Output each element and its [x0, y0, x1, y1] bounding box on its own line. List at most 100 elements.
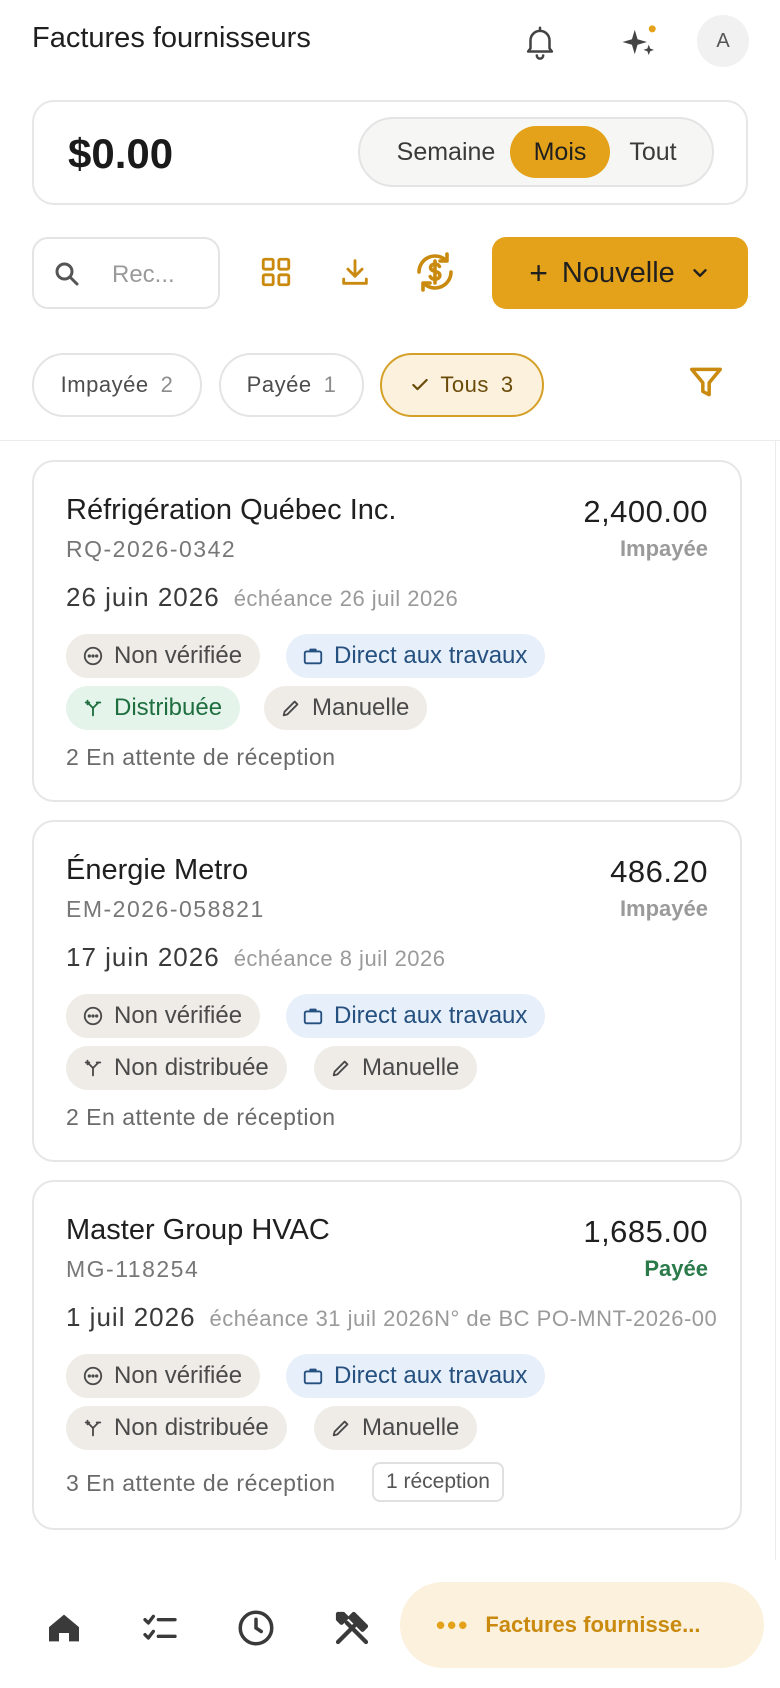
tag-label: Distribuée — [114, 694, 223, 721]
download-icon — [338, 255, 372, 294]
period-month[interactable]: Mois — [510, 126, 610, 178]
invoice-number: RQ-2026-0342 — [66, 536, 237, 562]
currency-sync-icon — [411, 248, 459, 301]
search-input[interactable]: Rec... — [32, 237, 220, 309]
invoice-date: 17 juin 2026 — [66, 942, 220, 972]
scrollbar-track[interactable] — [775, 440, 776, 1560]
nav-current-label: Factures fournisse... — [485, 1612, 701, 1637]
briefcase-icon — [302, 1005, 324, 1027]
invoice-amount: 486.20 — [610, 854, 708, 889]
verification-tag: Non vérifiée — [66, 1354, 261, 1398]
tag-label: Manuelle — [362, 1414, 460, 1441]
search-placeholder: Rec... — [112, 261, 175, 288]
mode-tag: Manuelle — [264, 686, 428, 730]
bell-icon[interactable] — [514, 16, 566, 68]
search-icon — [52, 259, 82, 294]
filter-chip-unpaid[interactable]: Impayée 2 — [32, 353, 202, 417]
invoice-card[interactable]: Énergie Metro EM-2026-058821 486.20 Impa… — [32, 820, 742, 1162]
vendor-name: Master Group HVAC — [66, 1214, 330, 1246]
chevron-down-icon — [689, 262, 711, 284]
pencil-icon — [330, 1417, 352, 1439]
download-button[interactable] — [326, 245, 384, 303]
app-header: Factures fournisseurs A — [0, 0, 780, 84]
clock-icon[interactable] — [226, 1598, 286, 1658]
check-icon — [410, 375, 430, 395]
filter-icon — [687, 363, 725, 406]
tag-label: Non vérifiée — [114, 1002, 243, 1029]
grid-icon — [259, 255, 293, 294]
pending-reception: 2 En attente de réception — [66, 1104, 336, 1130]
chip-count: 3 — [500, 372, 514, 397]
due-date: échéance 31 juil 2026 — [209, 1306, 435, 1331]
invoice-card[interactable]: Master Group HVAC MG-118254 1,685.00 Pay… — [32, 1180, 742, 1530]
invoice-dates: 17 juin 2026 échéance 8 juil 2026 — [66, 942, 446, 973]
more-dots-icon: ••• — [436, 1609, 470, 1640]
total-amount: $0.00 — [68, 130, 174, 177]
split-icon — [82, 697, 104, 719]
currency-sync-button[interactable] — [406, 245, 464, 303]
mode-tag: Manuelle — [314, 1406, 478, 1450]
verification-tag: Non vérifiée — [66, 994, 261, 1038]
invoice-amount: 1,685.00 — [583, 1214, 708, 1249]
delivery-tag: Direct aux travaux — [286, 994, 546, 1038]
invoice-number: EM-2026-058821 — [66, 896, 265, 922]
status-badge: Impayée — [619, 536, 708, 561]
vendor-name: Réfrigération Québec Inc. — [66, 494, 397, 526]
split-icon — [82, 1057, 104, 1079]
page-title: Factures fournisseurs — [32, 22, 311, 54]
distribution-tag: Non distribuée — [66, 1406, 287, 1450]
split-icon — [82, 1417, 104, 1439]
period-selector: Semaine Mois Tout — [358, 117, 714, 187]
filter-chip-all[interactable]: Tous 3 — [380, 353, 544, 417]
purchase-order: N° de BC PO-MNT-2026-00 — [434, 1306, 718, 1331]
list-divider — [0, 440, 780, 441]
invoice-dates: 26 juin 2026 échéance 26 juil 2026 — [66, 582, 458, 613]
chip-label: Impayée — [60, 372, 149, 397]
plus-icon: + — [529, 254, 548, 291]
briefcase-icon — [302, 645, 324, 667]
sparkles-icon[interactable] — [614, 16, 666, 68]
invoice-date: 1 juil 2026 — [66, 1302, 196, 1332]
tag-label: Direct aux travaux — [334, 1362, 528, 1389]
vendor-name: Énergie Metro — [66, 854, 249, 886]
tools-icon[interactable] — [322, 1598, 382, 1658]
status-badge: Impayée — [619, 896, 708, 921]
distribution-tag: Non distribuée — [66, 1046, 287, 1090]
nav-current-section[interactable]: ••• Factures fournisse... — [400, 1582, 764, 1668]
chip-label: Payée — [246, 372, 312, 397]
home-icon[interactable] — [34, 1598, 94, 1658]
invoice-number: MG-118254 — [66, 1256, 200, 1282]
pencil-icon — [280, 697, 302, 719]
chip-label: Tous — [440, 372, 489, 397]
summary-card: $0.00 Semaine Mois Tout — [32, 100, 748, 205]
avatar[interactable]: A — [697, 15, 749, 67]
briefcase-icon — [302, 1365, 324, 1387]
tag-label: Non vérifiée — [114, 642, 243, 669]
distribution-tag: Distribuée — [66, 686, 241, 730]
invoice-card[interactable]: Réfrigération Québec Inc. RQ-2026-0342 2… — [32, 460, 742, 802]
mode-tag: Manuelle — [314, 1046, 478, 1090]
invoice-date: 26 juin 2026 — [66, 582, 220, 612]
period-week[interactable]: Semaine — [378, 126, 514, 178]
dots-circle-icon — [82, 1365, 104, 1387]
filter-chip-paid[interactable]: Payée 1 — [219, 353, 364, 417]
due-date: échéance 8 juil 2026 — [233, 946, 446, 971]
dots-circle-icon — [82, 645, 104, 667]
tag-label: Manuelle — [312, 694, 410, 721]
tag-label: Manuelle — [362, 1054, 460, 1081]
tag-label: Direct aux travaux — [334, 1002, 528, 1029]
period-all[interactable]: Tout — [610, 126, 696, 178]
filter-button[interactable] — [680, 358, 732, 410]
pencil-icon — [330, 1057, 352, 1079]
tag-label: Non distribuée — [114, 1054, 269, 1081]
due-date: échéance 26 juil 2026 — [233, 586, 459, 611]
grid-view-button[interactable] — [247, 245, 305, 303]
status-badge: Payée — [644, 1256, 708, 1281]
reception-badge[interactable]: 1 réception — [372, 1462, 504, 1502]
new-invoice-button[interactable]: + Nouvelle — [492, 237, 748, 309]
chip-count: 1 — [323, 372, 337, 397]
verification-tag: Non vérifiée — [66, 634, 261, 678]
checklist-icon[interactable] — [130, 1598, 190, 1658]
pending-reception: 3 En attente de réception — [66, 1470, 336, 1496]
new-invoice-label: Nouvelle — [561, 256, 675, 289]
